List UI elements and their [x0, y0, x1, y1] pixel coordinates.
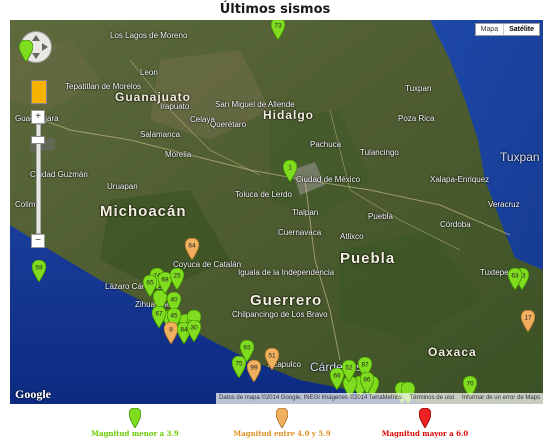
report-error-link[interactable]: Informar de un error de Maps — [459, 395, 543, 401]
state-label: Puebla — [340, 250, 396, 267]
place-label: Atlixco — [340, 232, 364, 241]
place-label: Tulancingo — [360, 148, 399, 157]
marker-label: 93 — [243, 345, 251, 352]
marker-label: 17 — [524, 315, 532, 322]
google-logo[interactable]: Google — [15, 387, 51, 402]
marker-label: 67 — [155, 311, 163, 318]
earthquake-marker[interactable]: 52 — [342, 360, 356, 382]
place-label: Córdoba — [440, 220, 471, 229]
green-marker-icon — [129, 408, 141, 428]
place-label: Querétaro — [210, 120, 247, 129]
marker-label: 65 — [146, 280, 154, 287]
earthquake-marker[interactable]: 73 — [271, 20, 285, 40]
marker-label: 87 — [361, 362, 369, 369]
place-label: Toluca de Lerdo — [235, 190, 292, 199]
marker-pin — [19, 40, 33, 62]
state-label: Oaxaca — [428, 345, 477, 359]
map-type-mapa-button[interactable]: Mapa — [476, 24, 504, 35]
place-label: Morelia — [165, 150, 192, 159]
place-label: Uruapan — [107, 182, 138, 191]
marker-label: 1 — [288, 165, 292, 172]
earthquake-marker[interactable]: 8 — [164, 322, 178, 344]
legend-item-low: Magnitud menor a 3.9 — [70, 408, 200, 438]
earthquake-marker[interactable]: 75 — [232, 356, 246, 378]
orange-marker-icon — [276, 408, 288, 428]
place-label: Chilpancingo de Los Bravo — [232, 310, 328, 319]
place-label: Cuernavaca — [278, 228, 322, 237]
legend-label-high: Magnitud mayor a 6.0 — [381, 429, 469, 438]
earthquake-marker[interactable]: 65 — [143, 275, 157, 297]
place-label: Los Lagos de Moreno — [110, 31, 188, 40]
earthquake-marker[interactable]: 51 — [265, 348, 279, 370]
legend-label-low: Magnitud menor a 3.9 — [91, 429, 179, 438]
earthquake-marker[interactable]: 1 — [283, 160, 297, 182]
state-label: Michoacán — [100, 203, 187, 220]
earthquake-marker[interactable] — [19, 40, 33, 62]
earthquake-marker[interactable]: 86 — [360, 372, 374, 394]
state-label: Guanajuato — [115, 90, 192, 104]
place-label: Celaya — [190, 115, 215, 124]
marker-label: 66 — [333, 373, 341, 380]
marker-label: 86 — [363, 377, 371, 384]
map-type-satellite-button[interactable]: Satélite — [503, 24, 539, 35]
place-label: Tlalpan — [292, 208, 319, 217]
marker-label: 68 — [161, 277, 169, 284]
marker-label: 99 — [250, 365, 258, 372]
earthquake-marker[interactable]: 30 — [187, 320, 201, 342]
place-label: Puebla — [368, 212, 393, 221]
marker-label: 64 — [188, 243, 196, 250]
legend-item-medium: Magnitud entre 4.0 y 5.9 — [212, 408, 352, 438]
place-label: Salamanca — [140, 130, 181, 139]
marker-label: 59 — [35, 265, 43, 272]
place-label: Veracruz — [488, 200, 520, 209]
attribution-data: Datos de mapa ©2014 Google, INEGI Imágen… — [219, 395, 402, 401]
magnitude-legend: Magnitud menor a 3.9 Magnitud entre 4.0 … — [0, 408, 550, 445]
place-label: Leon — [140, 68, 158, 77]
marker-label: 75 — [235, 361, 243, 368]
marker-label: 73 — [274, 23, 282, 30]
marker-label: 45 — [170, 313, 178, 320]
marker-label: 25 — [173, 273, 181, 280]
map-attribution: Datos de mapa ©2014 Google, INEGI Imágen… — [216, 393, 543, 404]
earthquake-marker[interactable]: 64 — [185, 238, 199, 260]
earthquake-marker[interactable]: 17 — [521, 310, 535, 332]
page-title: Últimos sismos — [219, 2, 331, 17]
zoom-slider-handle[interactable] — [31, 136, 45, 144]
earthquake-marker[interactable]: 99 — [247, 360, 261, 382]
marker-label: 51 — [268, 353, 276, 360]
map-container[interactable]: Los Lagos de Moreno Leon Tepatitlan de M… — [10, 20, 543, 404]
place-label: Xalapa-Enriquez — [430, 175, 490, 184]
map-type-control: Mapa Satélite — [474, 23, 540, 36]
water-label: Tuxpan — [500, 150, 540, 164]
place-label: Pachuca — [310, 140, 342, 149]
place-label: Iguala de la Independencia — [238, 268, 335, 277]
zoom-in-button[interactable]: + — [31, 110, 45, 124]
legend-item-high: Magnitud mayor a 6.0 — [360, 408, 490, 438]
earthquake-marker[interactable]: 25 — [170, 268, 184, 290]
street-view-pegman-icon[interactable] — [31, 80, 47, 104]
marker-label: 63 — [511, 273, 519, 280]
state-label: Guerrero — [250, 292, 323, 309]
marker-label: 70 — [466, 381, 474, 388]
marker-label: 8 — [169, 327, 173, 334]
zoom-out-button[interactable]: − — [31, 234, 45, 248]
place-label: Ciudad de México — [296, 175, 361, 184]
place-label: Tuxpan — [405, 84, 432, 93]
red-marker-icon — [419, 408, 431, 428]
place-label: Poza Rica — [398, 114, 435, 123]
marker-label: 30 — [190, 325, 198, 332]
marker-label: 52 — [345, 365, 353, 372]
state-label: Hidalgo — [263, 108, 314, 122]
earthquake-marker[interactable]: 63 — [508, 268, 522, 290]
legend-label-medium: Magnitud entre 4.0 y 5.9 — [233, 429, 331, 438]
terms-link[interactable]: Términos de uso — [407, 395, 458, 401]
marker-label: 40 — [170, 297, 178, 304]
earthquake-marker[interactable]: 59 — [32, 260, 46, 282]
